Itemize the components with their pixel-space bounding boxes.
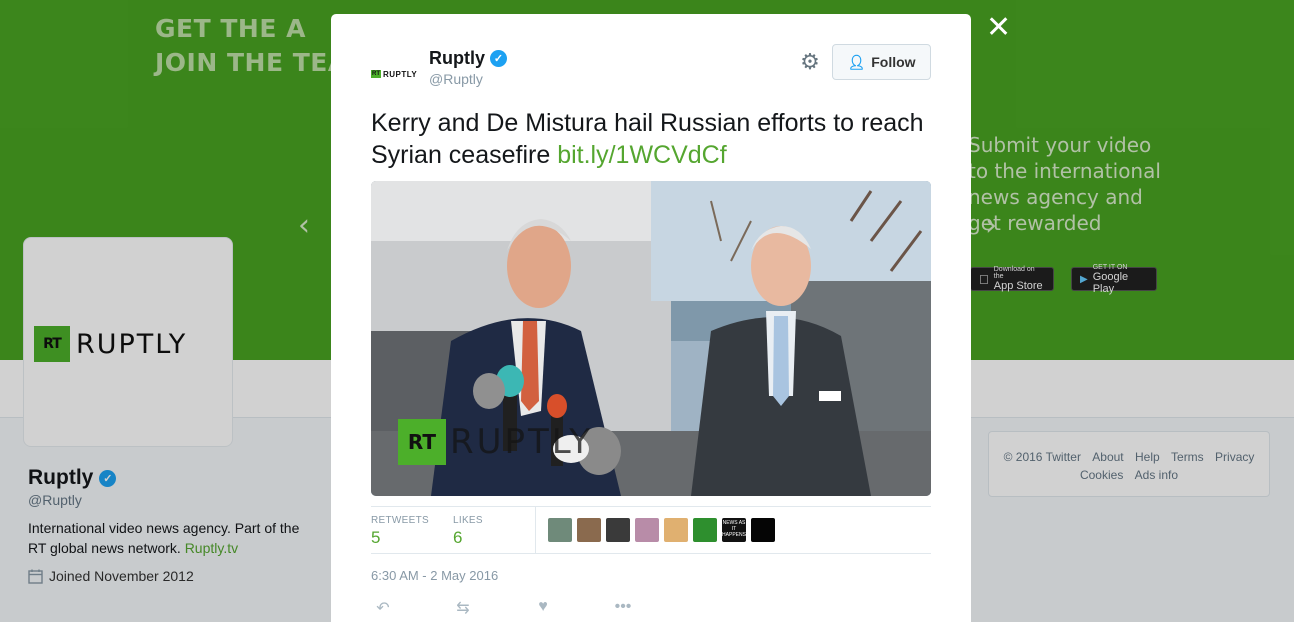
likes-count: 6 bbox=[453, 527, 463, 547]
tweet-author-avatar[interactable]: RT RUPTLY bbox=[371, 54, 421, 94]
retweet-icon[interactable]: ⇆ bbox=[451, 598, 475, 618]
liker-avatar[interactable] bbox=[751, 518, 775, 542]
more-options-icon[interactable]: ••• bbox=[611, 598, 635, 618]
likes-label: LIKES bbox=[453, 514, 483, 526]
retweets-count: 5 bbox=[371, 527, 381, 547]
tweet-author-names: Ruptly ✓ @Ruptly bbox=[429, 48, 507, 87]
watermark-rt-mark: RT bbox=[398, 419, 446, 465]
avatar-ruptly-word: RUPTLY bbox=[383, 69, 418, 79]
follow-button[interactable]: 👤︎ Follow bbox=[832, 44, 931, 80]
tweet-actions: ↶ ⇆ ♥ ••• bbox=[371, 598, 635, 618]
close-icon[interactable]: ✕ bbox=[986, 10, 1011, 45]
verified-badge-icon: ✓ bbox=[490, 50, 507, 67]
media-watermark: RT RUPTLY bbox=[398, 419, 593, 465]
tweet-text: Kerry and De Mistura hail Russian effort… bbox=[371, 107, 931, 171]
tweet-media-image[interactable]: RT RUPTLY bbox=[371, 181, 931, 496]
liker-avatar[interactable] bbox=[548, 518, 572, 542]
tweet-timestamp[interactable]: 6:30 AM - 2 May 2016 bbox=[371, 568, 498, 583]
gear-icon[interactable]: ⚙ bbox=[798, 50, 822, 74]
liker-avatar[interactable] bbox=[664, 518, 688, 542]
liker-avatar[interactable]: NEWS AS IT HAPPENS bbox=[722, 518, 746, 542]
tweet-author-name-row: Ruptly ✓ bbox=[429, 48, 507, 69]
liker-avatar[interactable] bbox=[577, 518, 601, 542]
tweet-modal: RT RUPTLY Ruptly ✓ @Ruptly ⚙ 👤︎ Follow K… bbox=[331, 14, 971, 622]
liker-avatar[interactable] bbox=[606, 518, 630, 542]
tweet-header: RT RUPTLY Ruptly ✓ @Ruptly bbox=[371, 48, 507, 94]
follow-button-label: Follow bbox=[871, 54, 916, 70]
tweet-stats: RETWEETS 5 LIKES 6 NEWS AS IT HAPPENS bbox=[371, 506, 931, 554]
stats-divider bbox=[535, 507, 536, 553]
avatar-rt-mark: RT bbox=[371, 70, 381, 78]
watermark-ruptly-word: RUPTLY bbox=[450, 422, 593, 462]
liker-avatars: NEWS AS IT HAPPENS bbox=[548, 518, 775, 542]
like-heart-icon[interactable]: ♥ bbox=[531, 598, 555, 618]
tweet-author-name[interactable]: Ruptly bbox=[429, 48, 485, 69]
retweets-label: RETWEETS bbox=[371, 514, 429, 526]
liker-avatar[interactable] bbox=[693, 518, 717, 542]
tweet-link[interactable]: bit.ly/1WCVdCf bbox=[557, 141, 726, 169]
reply-icon[interactable]: ↶ bbox=[371, 598, 395, 618]
likes-stat[interactable]: LIKES 6 bbox=[453, 513, 535, 548]
retweets-stat[interactable]: RETWEETS 5 bbox=[371, 513, 453, 548]
tweet-author-handle[interactable]: @Ruptly bbox=[429, 71, 507, 87]
liker-avatar[interactable] bbox=[635, 518, 659, 542]
add-user-icon: 👤︎ bbox=[847, 53, 866, 70]
